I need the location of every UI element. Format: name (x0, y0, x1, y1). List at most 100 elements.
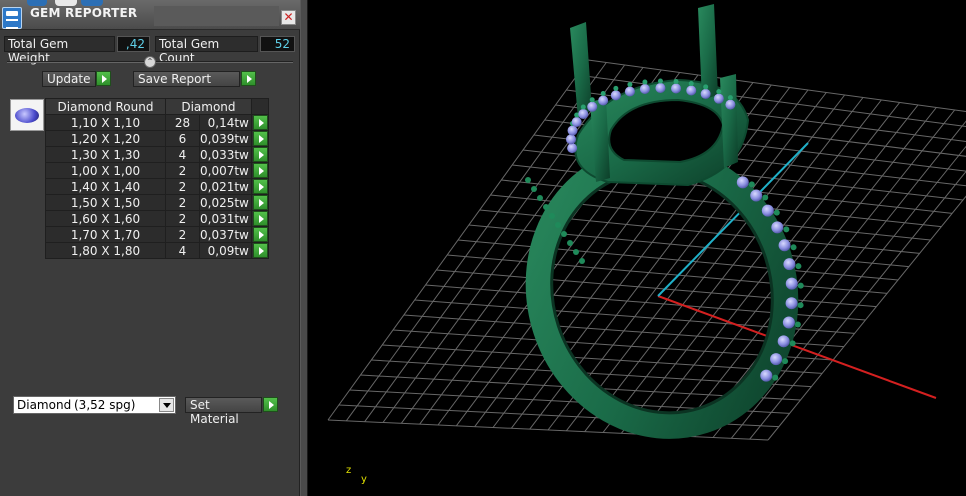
gem-stone (561, 231, 567, 237)
gem-stone (785, 277, 798, 290)
gem-table: Diamond Round Diamond 1,10 X 1,10 28 0,1… (45, 98, 269, 259)
gem-stone (567, 125, 578, 136)
gem-count: 2 (165, 194, 200, 211)
row-play-icon[interactable] (252, 195, 268, 210)
grid-line (767, 195, 966, 441)
table-row: 1,50 X 1,50 2 0,025tw (45, 194, 269, 211)
diamond-round-icon (10, 99, 44, 131)
gem-stone (567, 143, 578, 154)
3d-viewport[interactable] (308, 0, 966, 496)
gem-stone (580, 104, 586, 110)
gem-stone (782, 358, 789, 365)
gem-stone (587, 101, 598, 112)
gem-stone (610, 90, 621, 101)
row-play-icon[interactable] (252, 179, 268, 194)
gem-stone (655, 83, 666, 94)
table-row: 1,40 X 1,40 2 0,021tw (45, 178, 269, 195)
table-row: 1,20 X 1,20 6 0,039tw (45, 130, 269, 147)
save-report-button[interactable]: Save Report (133, 71, 240, 87)
row-play-icon[interactable] (252, 243, 268, 258)
gem-size: 1,70 X 1,70 (45, 226, 166, 243)
total-gem-weight-label: Total Gem Weight (4, 36, 115, 65)
gem-weight: 0,031tw (199, 210, 252, 227)
gem-stone (797, 302, 804, 309)
gem-stone (543, 204, 549, 210)
panel-splitter[interactable] (300, 0, 308, 496)
gem-size: 1,30 X 1,30 (45, 146, 166, 163)
gem-weight: 0,09tw (199, 242, 252, 259)
gem-size: 1,80 X 1,80 (45, 242, 166, 259)
row-play-icon[interactable] (252, 227, 268, 242)
gem-reporter-panel: GEM REPORTER ✕ Total Gem Weight ,42 Tota… (0, 0, 300, 496)
set-material-play-icon[interactable] (263, 397, 278, 412)
table-header-row: Diamond Round Diamond (45, 98, 269, 115)
gem-stone (760, 369, 773, 382)
row-play-icon[interactable] (252, 163, 268, 178)
material-select[interactable]: Diamond (3,52 spg) (13, 396, 176, 414)
gem-stone (657, 78, 663, 84)
gem-stone (624, 86, 635, 97)
gem-weight: 0,007tw (199, 162, 252, 179)
gem-stone (762, 194, 769, 201)
table-row: 1,00 X 1,00 2 0,007tw (45, 162, 269, 179)
row-play-icon[interactable] (252, 131, 268, 146)
panel-titlebar[interactable]: GEM REPORTER ✕ (0, 0, 300, 30)
gem-weight: 0,021tw (199, 178, 252, 195)
gem-size: 1,10 X 1,10 (45, 114, 166, 131)
material-header: Diamond (165, 98, 252, 115)
total-gem-count-label: Total Gem Count (155, 36, 258, 65)
collapse-toggle-icon[interactable]: ⌃ (144, 56, 156, 68)
axis-y-label: y (361, 474, 367, 485)
gem-stone (750, 189, 763, 202)
panel-title: GEM REPORTER (30, 6, 138, 20)
gem-stone (778, 239, 791, 252)
table-row: 1,70 X 1,70 2 0,037tw (45, 226, 269, 243)
gem-stone (770, 353, 783, 366)
gem-stone (537, 195, 543, 201)
close-button[interactable]: ✕ (281, 10, 296, 25)
gem-count: 2 (165, 226, 200, 243)
gem-count: 2 (165, 210, 200, 227)
gem-stone (716, 89, 722, 95)
total-gem-count-value: 52 (260, 36, 295, 52)
gem-size: 1,20 X 1,20 (45, 130, 166, 147)
set-material-button[interactable]: Set Material (185, 397, 262, 426)
chevron-down-icon[interactable] (159, 398, 174, 412)
row-play-icon[interactable] (252, 115, 268, 130)
gem-stone (549, 213, 555, 219)
gem-weight: 0,025tw (199, 194, 252, 211)
gem-stone (727, 95, 733, 101)
ring-model[interactable] (504, 4, 819, 458)
gem-stone (567, 240, 573, 246)
shape-header: Diamond Round (45, 98, 166, 115)
gem-stone (777, 335, 790, 348)
gem-count: 4 (165, 242, 200, 259)
gem-weight: 0,039tw (199, 130, 252, 147)
row-play-icon[interactable] (252, 211, 268, 226)
table-row: 1,60 X 1,60 2 0,031tw (45, 210, 269, 227)
gem-stone (794, 321, 801, 328)
gem-weight: 0,033tw (199, 146, 252, 163)
gem-stone (772, 374, 779, 381)
update-button[interactable]: Update (42, 71, 96, 87)
gem-stone (613, 85, 619, 91)
gem-size: 1,40 X 1,40 (45, 178, 166, 195)
material-name: Diamond (17, 398, 72, 412)
gem-stone (688, 81, 694, 87)
material-spg: (3,52 spg) (74, 398, 136, 412)
gem-count: 2 (165, 162, 200, 179)
save-report-play-icon[interactable] (241, 71, 256, 86)
gem-stone (725, 99, 736, 110)
gem-stone (598, 95, 609, 106)
gem-stone (736, 176, 749, 189)
header-spacer (250, 98, 269, 115)
gem-stone (531, 186, 537, 192)
gem-stone (785, 297, 798, 310)
gem-stone (639, 84, 650, 95)
gem-stone (713, 93, 724, 104)
row-play-icon[interactable] (252, 147, 268, 162)
update-play-icon[interactable] (96, 71, 111, 86)
gem-stone (525, 177, 531, 183)
gem-stone (771, 221, 784, 234)
gem-size: 1,60 X 1,60 (45, 210, 166, 227)
